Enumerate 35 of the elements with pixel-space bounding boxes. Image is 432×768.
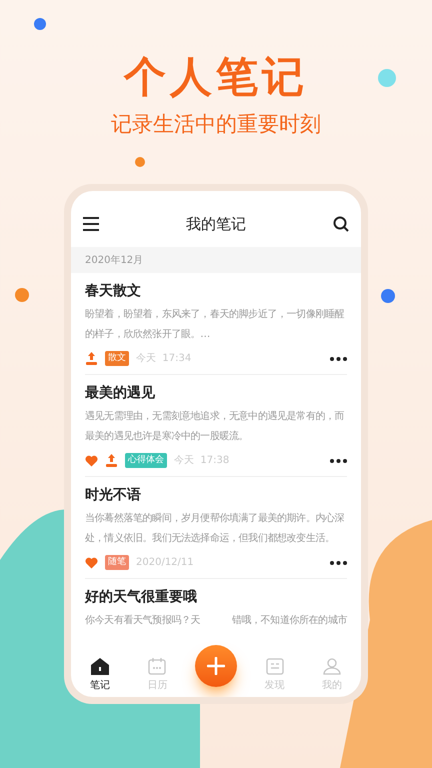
add-note-button[interactable]: [194, 645, 237, 687]
note-preview: 盼望着，盼望着，东风来了，春天的脚步近了，一切像刚睡醒的样子，欣欣然张开了眼。…: [85, 308, 346, 342]
section-date: 2020年12月: [85, 254, 144, 268]
more-icon[interactable]: [330, 356, 347, 360]
note-title[interactable]: 好的天气很重要哦: [85, 587, 347, 607]
more-icon[interactable]: [330, 560, 347, 564]
note-title[interactable]: 最美的遇见: [85, 383, 347, 403]
decoration-dot: [378, 69, 396, 87]
note-preview: 你今天有看天气预报吗？天: [85, 614, 200, 628]
menu-icon[interactable]: [83, 217, 99, 231]
note-preview: 当你蓦然落笔的瞬间，岁月便帮你填满了最美的期许。内心深处，情义依旧。我们无法选择命运，但我们都想改变生活。: [85, 512, 346, 546]
app-title: 我的笔记: [186, 214, 246, 235]
more-icon[interactable]: [330, 458, 347, 462]
pin-top-icon[interactable]: [105, 454, 118, 468]
search-icon[interactable]: [333, 216, 349, 232]
decoration-dot: [381, 289, 395, 303]
note-title[interactable]: 春天散文: [85, 281, 347, 301]
pin-top-icon[interactable]: [85, 352, 98, 366]
headline: 个人笔记: [124, 56, 308, 98]
note-item[interactable]: 好的天气很重要哦 你今天有看天气预报吗？天 错哦，不知道你所在的城市: [85, 579, 347, 639]
heart-icon[interactable]: [85, 454, 98, 466]
heart-icon[interactable]: [85, 556, 98, 568]
note-title[interactable]: 时光不语: [85, 485, 347, 505]
tagline: 记录生活中的重要时刻: [111, 114, 321, 135]
decoration-dot: [15, 288, 29, 302]
decoration-dot: [34, 18, 46, 30]
plus-icon: [206, 657, 225, 675]
decoration-dot: [135, 157, 145, 167]
profile-icon: [323, 658, 342, 675]
nav-tab[interactable]: 笔记: [80, 658, 120, 693]
note-preview: 错哦，不知道你所在的城市: [232, 614, 347, 628]
news-icon: [266, 658, 284, 675]
note-preview: 遇见无需理由，无需刻意地追求，无意中的遇见是常有的，而最美的遇见也许是寒冷中的一股暖流。: [85, 410, 346, 444]
calendar-icon: [148, 658, 166, 675]
home-icon: [90, 658, 109, 675]
